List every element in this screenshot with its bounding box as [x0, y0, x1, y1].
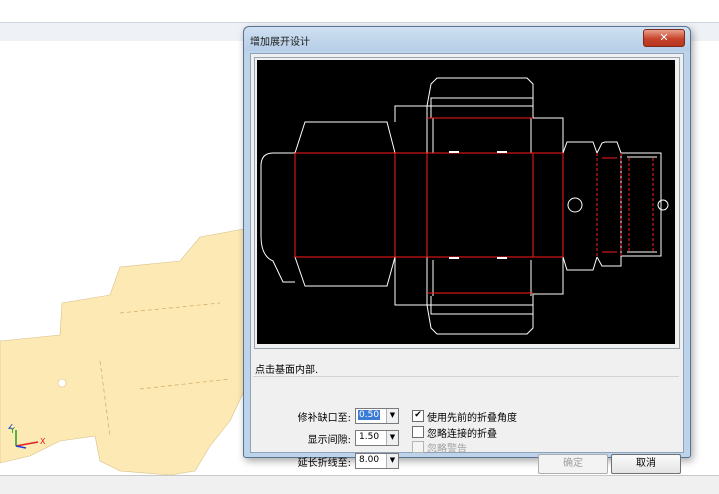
dieline-center-top-flaps: [426, 77, 534, 153]
foldline-right-tab: [602, 157, 617, 253]
dieline-outline: [260, 77, 669, 335]
axis-triad: X Y Z: [8, 424, 46, 449]
dieline-right-section: [596, 141, 622, 267]
status-bar: [0, 475, 719, 494]
ignore-connected-checkbox[interactable]: [412, 426, 424, 438]
dieline-left-panel: [294, 121, 396, 287]
foldline-right: [596, 153, 654, 257]
axis-z-line: [15, 445, 27, 449]
axis-x-line: [15, 441, 39, 447]
dieline-notch: [567, 197, 583, 213]
display-gap-value: 1.50: [359, 432, 380, 442]
foldline-main-rect: [294, 152, 564, 258]
ignore-warning-label: 忽略警告: [427, 444, 467, 455]
dialog-title: 增加展开设计: [250, 37, 310, 48]
dieline-drawing: [260, 77, 669, 335]
chevron-down-icon[interactable]: ▼: [386, 409, 398, 423]
foldline-top-flaps: [427, 117, 533, 294]
display-gap-combo[interactable]: 1.50 ▼: [355, 430, 399, 446]
extend-fold-label: 延长折线至:: [297, 458, 351, 469]
status-prompt: 点击基面内部.: [255, 365, 319, 376]
dieline-left-flap: [260, 152, 295, 283]
axis-x-label: X: [40, 437, 46, 446]
gap-fix-value: 0.50: [358, 410, 381, 420]
ok-button[interactable]: 确定: [538, 454, 608, 474]
ignore-warning-checkbox[interactable]: [412, 441, 424, 453]
use-prev-angle-checkbox[interactable]: ✔: [412, 410, 424, 422]
close-button[interactable]: ✕: [643, 29, 685, 47]
gap-fix-label: 修补缺口至:: [297, 413, 351, 424]
dieline-foldlines: [294, 117, 654, 294]
display-gap-label: 显示间隙:: [307, 435, 351, 446]
slot: [449, 257, 459, 259]
slot: [497, 257, 507, 259]
cancel-button[interactable]: 取消: [611, 454, 681, 474]
dieline-slots: [449, 151, 507, 259]
dialog-titlebar[interactable]: 增加展开设计 ✕: [244, 27, 690, 51]
use-prev-angle-label: 使用先前的折叠角度: [427, 413, 517, 424]
preview-canvas[interactable]: [257, 60, 675, 344]
slot: [449, 151, 459, 153]
background-part-hole: [57, 378, 67, 388]
slot: [497, 151, 507, 153]
dialog-client: 点击基面内部. 修补缺口至: 0.50 ▼ 显示间隙: 1.50 ▼ 延长折线至…: [250, 53, 684, 474]
ignore-connected-label: 忽略连接的折叠: [427, 429, 497, 440]
dieline-right-panel-tabs: [532, 106, 564, 305]
dieline-notch: [657, 199, 669, 211]
extend-fold-value: 8.00: [359, 455, 380, 465]
prompt-divider: [253, 376, 679, 377]
chevron-down-icon[interactable]: ▼: [386, 431, 398, 445]
chevron-down-icon[interactable]: ▼: [386, 454, 398, 468]
dieline-left-glue-tab: [394, 105, 428, 306]
axis-z-label: Z: [8, 424, 14, 431]
unfold-design-dialog: 增加展开设计 ✕ 点击基面内部. 修补缺口至: 0.50 ▼ 显示间隙: 1.5…: [243, 26, 691, 474]
extend-fold-combo[interactable]: 8.00 ▼: [355, 453, 399, 469]
gap-fix-combo[interactable]: 0.50 ▼: [355, 408, 399, 424]
dieline-right-tab: [621, 152, 662, 257]
preview-frame: [254, 57, 680, 349]
dieline-center-bottom-flaps: [426, 260, 534, 335]
